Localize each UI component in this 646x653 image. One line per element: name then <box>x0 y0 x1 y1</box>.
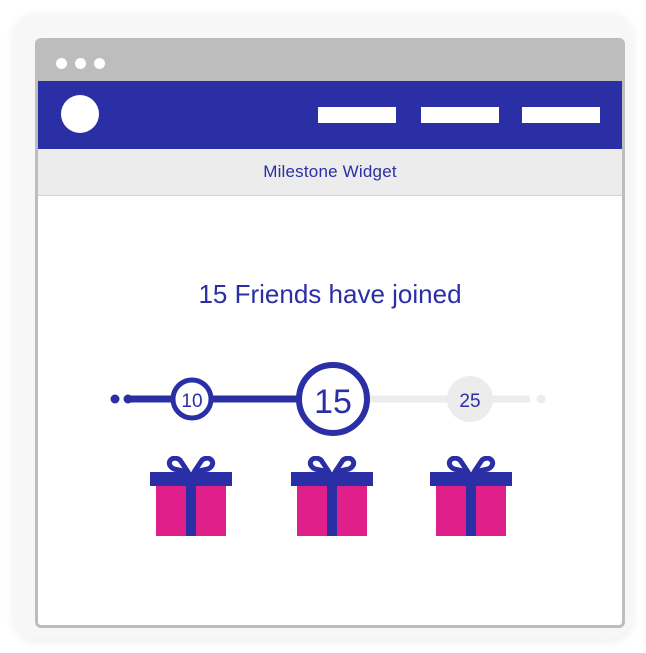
milestone-value: 15 <box>314 383 352 421</box>
gift-icon <box>291 456 373 536</box>
milestone-value: 10 <box>181 391 202 412</box>
milestone-value: 25 <box>459 391 480 412</box>
milestone-track: 10 15 25 <box>110 362 546 436</box>
gift-icon <box>150 456 232 536</box>
track-dot-icon <box>536 394 546 404</box>
track-dot-icon <box>110 394 120 404</box>
gift-icon <box>430 456 512 536</box>
browser-window: Milestone Widget 15 Friends have joined … <box>35 38 625 628</box>
